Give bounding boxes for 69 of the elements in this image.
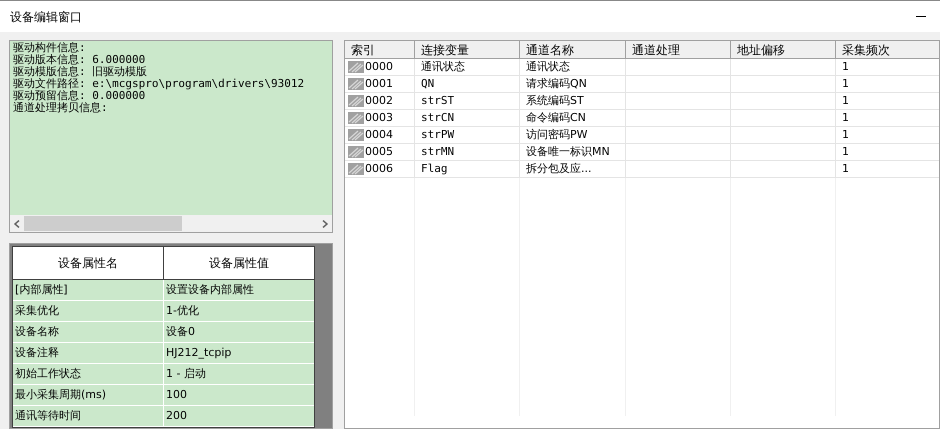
channel-icon (348, 61, 364, 73)
column-header: 设备属性名 (13, 247, 164, 279)
property-cell: 设备名称 (13, 322, 164, 342)
table-cell: strPW (415, 127, 520, 143)
table-cell: strCN (415, 110, 520, 126)
scroll-thumb[interactable] (24, 216, 182, 231)
table-cell-text: 1 (841, 144, 850, 160)
scroll-right-icon[interactable] (322, 220, 328, 228)
table-cell: 访问密码PW (520, 127, 626, 143)
property-cell-text: 1 - 启动 (165, 366, 207, 382)
property-cell: [内部属性] (13, 280, 164, 300)
driver-info-line: 驱动预留信息: 0.000000 (13, 90, 146, 102)
driver-info-line: 驱动文件路径: e:\mcgspro\program\drivers\93012 (13, 78, 304, 90)
table-cell-text: 1 (841, 76, 850, 92)
index-text: 0006 (365, 160, 393, 177)
property-cell: 通讯等待时间 (13, 406, 164, 426)
window-title: 设备编辑窗口 (10, 8, 82, 26)
table-cell-text: 1 (841, 161, 850, 177)
table-cell-text: 1 (841, 110, 850, 126)
channel-icon (348, 163, 364, 175)
channel-icon (348, 129, 364, 141)
channel-icon (348, 146, 364, 158)
index-text: 0001 (365, 76, 393, 92)
property-cell: 最小采集周期(ms) (13, 385, 164, 405)
table-cell: 拆分包及应... (520, 161, 626, 177)
scroll-left-icon[interactable] (14, 220, 20, 228)
table-cell: 设备唯一标识MN (520, 144, 626, 160)
table-cell: 通讯状态 (520, 59, 626, 75)
driver-info-line: 驱动构件信息: (13, 42, 86, 54)
table-cell: 通讯状态 (415, 59, 520, 75)
table-cell-text: 1 (841, 93, 850, 109)
property-cell: 采集优化 (13, 301, 164, 321)
table-cell: 系统编码ST (520, 93, 626, 109)
channel-icon (348, 112, 364, 124)
property-cell-text: 1-优化 (165, 302, 200, 319)
index-text: 0004 (365, 126, 393, 143)
column-header[interactable]: 通道名称 (520, 41, 626, 58)
driver-info-line: 驱动版本信息: 6.000000 (13, 54, 146, 66)
driver-info-line: 驱动模版信息: 旧驱动模版 (13, 66, 148, 78)
table-cell: QN (415, 76, 520, 92)
column-header[interactable]: 地址偏移 (731, 41, 836, 58)
property-cell-text: HJ212_tcpip (165, 344, 232, 361)
column-header: 设备属性值 (208, 255, 270, 272)
minimize-icon[interactable] (916, 16, 926, 17)
column-header[interactable]: 索引 (345, 41, 415, 58)
property-cell: 初始工作状态 (13, 364, 164, 384)
channel-icon (348, 78, 364, 90)
property-cell-text: 100 (165, 386, 188, 403)
index-text: 0005 (365, 144, 393, 160)
index-text: 0003 (365, 110, 393, 126)
channel-icon (348, 95, 364, 107)
table-cell: Flag (415, 161, 520, 177)
table-cell: 请求编码QN (520, 76, 626, 92)
table-cell-text: 1 (841, 59, 850, 75)
property-cell-text: 200 (165, 408, 188, 424)
driver-info-line: 通道处理拷贝信息: (13, 102, 108, 114)
column-header[interactable]: 连接变量 (415, 41, 520, 58)
property-cell-text: 设置设备内部属性 (165, 282, 255, 298)
table-cell: 命令编码CN (520, 110, 626, 126)
table-cell: strST (415, 93, 520, 109)
table-cell: strMN (415, 144, 520, 160)
property-cell: 设备注释 (13, 343, 164, 363)
column-header[interactable]: 采集频次 (836, 41, 939, 58)
column-header[interactable]: 通道处理 (626, 41, 731, 58)
table-cell-text: 1 (841, 127, 850, 143)
index-text: 0000 (365, 58, 393, 75)
horizontal-scrollbar[interactable] (10, 215, 332, 232)
index-text: 0002 (365, 92, 393, 109)
property-cell-text: 设备0 (165, 324, 196, 340)
